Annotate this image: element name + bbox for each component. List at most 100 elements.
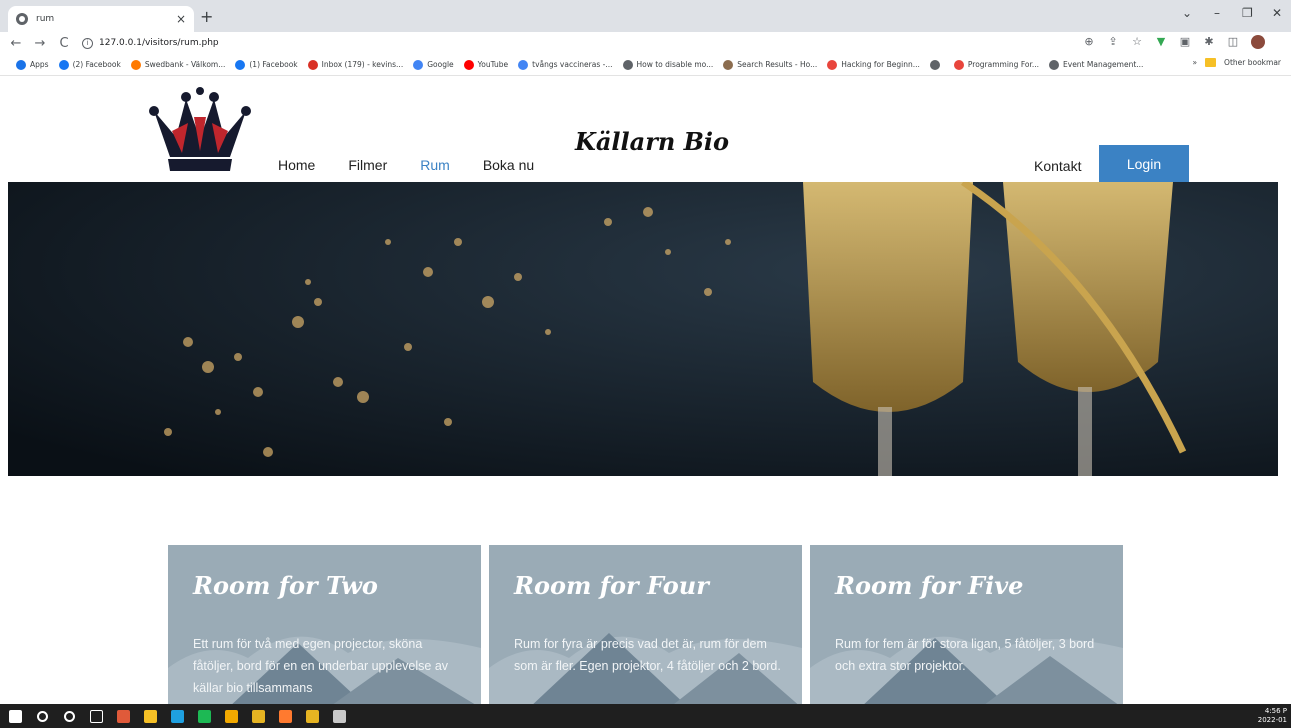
nav-rum[interactable]: Rum bbox=[420, 157, 450, 173]
nav-boka-nu[interactable]: Boka nu bbox=[483, 157, 534, 173]
bokeh-dot bbox=[357, 391, 369, 403]
browser-tab-bar: rum × + ⌄ – ❐ ✕ bbox=[0, 0, 1291, 32]
address-bar[interactable]: i 127.0.0.1/visitors/rum.php bbox=[82, 37, 219, 49]
zoom-icon[interactable]: ⊕ bbox=[1083, 36, 1095, 48]
main-nav: Home Filmer Rum Boka nu bbox=[278, 157, 534, 173]
browser-toolbar: ← → C i 127.0.0.1/visitors/rum.php ⊕ ⇪ ☆… bbox=[0, 32, 1291, 54]
profile-avatar[interactable] bbox=[1251, 35, 1265, 49]
nav-kontakt[interactable]: Kontakt bbox=[1034, 158, 1081, 174]
sidepanel-icon[interactable]: ◫ bbox=[1227, 36, 1239, 48]
card-title: Room for Five bbox=[835, 571, 1024, 600]
site-header: Home Filmer Rum Boka nu Källarn Bio Kont… bbox=[0, 77, 1291, 182]
extension-icon[interactable]: ▣ bbox=[1179, 36, 1191, 48]
close-window-button[interactable]: ✕ bbox=[1272, 6, 1282, 20]
search-icon[interactable] bbox=[30, 704, 54, 728]
bokeh-dot bbox=[704, 288, 712, 296]
chrome-icon[interactable] bbox=[219, 704, 243, 728]
folder-icon bbox=[1205, 58, 1217, 67]
bookmark-item[interactable]: Search Results - Ho... bbox=[723, 59, 818, 70]
bokeh-dot bbox=[643, 207, 653, 217]
bookmark-label: Programming For... bbox=[967, 60, 1040, 69]
bookmark-favicon-icon bbox=[622, 59, 633, 70]
system-clock[interactable]: 4:56 P 2022-01 bbox=[1258, 707, 1287, 725]
tab-close-icon[interactable]: × bbox=[176, 12, 186, 26]
bokeh-dot bbox=[305, 279, 311, 285]
bookmark-item[interactable]: How to disable mo... bbox=[622, 59, 713, 70]
bokeh-dot bbox=[183, 337, 193, 347]
bookmark-item[interactable]: Hacking for Beginn... bbox=[827, 59, 920, 70]
bookmark-label: Apps bbox=[30, 60, 49, 69]
spotify-icon[interactable] bbox=[192, 704, 216, 728]
bokeh-dot bbox=[253, 387, 263, 397]
browser-tab[interactable]: rum × bbox=[8, 6, 194, 32]
wamp-icon[interactable] bbox=[246, 704, 270, 728]
bookmark-item[interactable]: (1) Facebook bbox=[235, 59, 298, 70]
bokeh-dot bbox=[545, 329, 551, 335]
bookmark-item[interactable]: Event Management... bbox=[1049, 59, 1143, 70]
maximize-button[interactable]: ❐ bbox=[1242, 6, 1253, 20]
bokeh-dot bbox=[164, 428, 172, 436]
cortana-icon[interactable] bbox=[57, 704, 81, 728]
bookmark-label: Swedbank - Välkom... bbox=[144, 60, 226, 69]
calendar-icon[interactable] bbox=[300, 704, 324, 728]
minimize-button[interactable]: – bbox=[1214, 6, 1220, 20]
bookmark-favicon-icon bbox=[1049, 59, 1060, 70]
bookmark-favicon-icon bbox=[58, 59, 69, 70]
bookmark-label: Inbox (179) - kevins... bbox=[321, 60, 404, 69]
app-icon[interactable] bbox=[111, 704, 135, 728]
bookmark-item[interactable]: tvångs vaccineras -... bbox=[518, 59, 613, 70]
forward-button[interactable]: → bbox=[32, 36, 48, 51]
file-explorer-icon[interactable] bbox=[138, 704, 162, 728]
bookmark-item[interactable]: Programming For... bbox=[953, 59, 1040, 70]
hero-image bbox=[8, 182, 1278, 476]
bookmark-label: Hacking for Beginn... bbox=[841, 60, 920, 69]
bookmark-item[interactable] bbox=[929, 59, 944, 70]
windows-icon[interactable] bbox=[3, 704, 27, 728]
bookmark-label: Google bbox=[427, 60, 454, 69]
bookmark-label: Search Results - Ho... bbox=[737, 60, 818, 69]
paint-icon[interactable] bbox=[327, 704, 351, 728]
task-view-icon[interactable] bbox=[84, 704, 108, 728]
bookmark-item[interactable]: Apps bbox=[16, 59, 49, 70]
bookmark-item[interactable]: (2) Facebook bbox=[58, 59, 121, 70]
bookmark-label: tvångs vaccineras -... bbox=[532, 60, 613, 69]
nav-home[interactable]: Home bbox=[278, 157, 315, 173]
clock-time: 4:56 P bbox=[1264, 707, 1287, 715]
room-card-five[interactable]: Room for Five Rum for fem är för stora l… bbox=[810, 545, 1123, 708]
clock-date: 2022-01 bbox=[1257, 716, 1287, 724]
bookmark-item[interactable]: Google bbox=[413, 59, 454, 70]
puzzle-icon[interactable]: ✱ bbox=[1203, 36, 1215, 48]
site-brand[interactable]: Källarn Bio bbox=[575, 127, 729, 156]
url-text[interactable]: 127.0.0.1/visitors/rum.php bbox=[99, 38, 219, 48]
sublime-icon[interactable] bbox=[273, 704, 297, 728]
bokeh-dot bbox=[665, 249, 671, 255]
room-card-four[interactable]: Room for Four Rum for fyra är precis vad… bbox=[489, 545, 802, 708]
bokeh-dot bbox=[423, 267, 433, 277]
bokeh-dot bbox=[234, 353, 242, 361]
site-info-icon[interactable]: i bbox=[82, 37, 93, 49]
bookmark-favicon-icon bbox=[518, 59, 529, 70]
bookmark-favicon-icon bbox=[235, 59, 246, 70]
bookmarks-bar: Apps (2) Facebook Swedbank - Välkom... (1) … bbox=[0, 54, 1291, 76]
bookmark-item[interactable]: YouTube bbox=[463, 59, 508, 70]
more-bookmarks-button[interactable]: » bbox=[1192, 58, 1197, 67]
bookmark-item[interactable]: Inbox (179) - kevins... bbox=[307, 59, 404, 70]
bokeh-dot bbox=[514, 273, 522, 281]
bookmark-star-icon[interactable]: ☆ bbox=[1131, 36, 1143, 48]
bookmark-favicon-icon bbox=[413, 59, 424, 70]
tab-search-icon[interactable]: ⌄ bbox=[1182, 6, 1192, 20]
login-button[interactable]: Login bbox=[1099, 145, 1189, 182]
new-tab-button[interactable]: + bbox=[200, 7, 213, 26]
edge-icon[interactable] bbox=[165, 704, 189, 728]
nav-filmer[interactable]: Filmer bbox=[348, 157, 387, 173]
other-bookmarks[interactable]: Other bookmar bbox=[1224, 58, 1281, 67]
crown-logo-icon[interactable] bbox=[148, 87, 252, 172]
back-button[interactable]: ← bbox=[8, 36, 24, 51]
bookmark-favicon-icon bbox=[16, 59, 26, 70]
shield-icon[interactable]: ▼ bbox=[1155, 36, 1167, 48]
reload-button[interactable]: C bbox=[56, 36, 72, 51]
card-title: Room for Two bbox=[193, 571, 378, 600]
room-card-two[interactable]: Room for Two Ett rum för två med egen pr… bbox=[168, 545, 481, 708]
bookmark-item[interactable]: Swedbank - Välkom... bbox=[130, 59, 226, 70]
share-icon[interactable]: ⇪ bbox=[1107, 36, 1119, 48]
